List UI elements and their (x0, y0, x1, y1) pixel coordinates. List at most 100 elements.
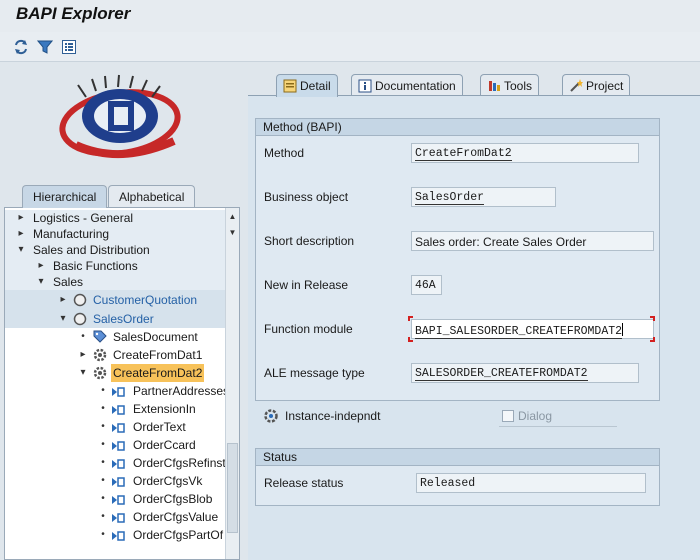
parameter-icon (111, 457, 125, 471)
method-group-title: Method (BAPI) (256, 119, 659, 136)
tree-item-label: OrderCfgsValue (133, 510, 219, 524)
refresh-icon[interactable] (12, 38, 30, 56)
ale-message-type-field[interactable]: SALESORDER_CREATEFROMDAT2 (411, 363, 639, 383)
tree-item-sales-distribution[interactable]: ▾ Sales and Distribution (5, 242, 227, 258)
dialog-checkbox[interactable] (502, 410, 514, 422)
method-group: Method (BAPI) Method CreateFromDat2 Busi… (255, 118, 660, 401)
instance-row: Instance-indepndt Dialog (263, 406, 643, 427)
new-in-release-field[interactable]: 46A (411, 275, 442, 295)
business-object-row: Business object SalesOrder (264, 187, 654, 207)
tree-item-label: Sales and Distribution (33, 243, 150, 257)
tree-item-param[interactable]: • OrderCfgsPartOf (5, 526, 227, 544)
focus-corner (650, 337, 655, 342)
tree-item-label: CreateFromDat1 (113, 348, 203, 362)
expanded-arrow-icon: ▾ (80, 367, 86, 378)
tree-item-param[interactable]: • OrderCcard (5, 436, 227, 454)
tree-item-param[interactable]: • OrderCfgsBlob (5, 490, 227, 508)
tree-item-sales[interactable]: ▾ Sales (5, 274, 227, 290)
expanded-arrow-icon: ▾ (38, 276, 44, 287)
tree-item-label: SalesDocument (113, 330, 198, 344)
scroll-up-icon[interactable]: ▲ (226, 210, 239, 224)
text-cursor (622, 323, 624, 336)
tree-item-param[interactable]: • OrderCfgsVk (5, 472, 227, 490)
business-object-field[interactable]: SalesOrder (411, 187, 556, 207)
app-title: BAPI Explorer (16, 4, 131, 23)
scroll-thumb[interactable] (227, 443, 238, 533)
method-row: Method CreateFromDat2 (264, 143, 654, 163)
short-description-field[interactable]: Sales order: Create Sales Order (411, 231, 654, 251)
filter-icon[interactable] (36, 38, 54, 56)
tab-label: Tools (504, 79, 533, 93)
tab-hierarchical[interactable]: Hierarchical (22, 185, 108, 208)
leaf-bullet-icon: • (101, 439, 105, 450)
tree-item-salesorder[interactable]: ▾ SalesOrder (5, 310, 227, 328)
tree-item-label: OrderCfgsRefinst (133, 456, 226, 470)
detail-icon (283, 79, 297, 93)
tag-icon (93, 330, 107, 344)
focus-corner (650, 316, 655, 321)
tree-item-param[interactable]: • OrderCfgsValue (5, 508, 227, 526)
tree-item-logistics-general[interactable]: ▸ Logistics - General (5, 210, 227, 226)
right-pane: Detail Documentation Tools Project Metho… (248, 63, 700, 560)
tree-item-createfromdat1[interactable]: ▸ CreateFromDat1 (5, 346, 227, 364)
business-object-icon (73, 293, 87, 307)
list-icon[interactable] (60, 38, 78, 56)
business-object-value: SalesOrder (415, 191, 485, 205)
leaf-bullet-icon: • (101, 493, 105, 504)
tree-scrollbar[interactable]: ▲ ▼ (225, 208, 239, 559)
function-module-label: Function module (264, 322, 353, 336)
ale-message-type-label: ALE message type (264, 366, 365, 380)
tree-item-createfromdat2[interactable]: ▾ CreateFromDat2 (5, 364, 227, 382)
tree-item-label: CustomerQuotation (93, 293, 198, 307)
tree-item-customerquotation[interactable]: ▸ CustomerQuotation (5, 290, 227, 310)
wand-icon (569, 79, 583, 93)
toolbar (0, 32, 700, 62)
tab-label: Project (586, 79, 624, 93)
tab-documentation[interactable]: Documentation (351, 74, 463, 96)
tree-item-label: Basic Functions (53, 259, 138, 273)
leaf-bullet-icon: • (101, 403, 105, 414)
release-row: New in Release 46A (264, 275, 654, 295)
tree-item-label: OrderCcard (133, 438, 196, 452)
tree-item-label: OrderCfgsVk (133, 474, 203, 488)
method-field[interactable]: CreateFromDat2 (411, 143, 639, 163)
tab-tools[interactable]: Tools (480, 74, 540, 96)
tree-item-basic-functions[interactable]: ▸ Basic Functions (5, 258, 227, 274)
instance-label: Instance-indepndt (285, 409, 381, 423)
tree-item-label: ExtensionIn (133, 402, 196, 416)
tree-item-manufacturing[interactable]: ▸ Manufacturing (5, 226, 227, 242)
parameter-icon (111, 475, 125, 489)
tree-item-label: Sales (53, 275, 84, 289)
tree-item-label: Manufacturing (33, 227, 110, 241)
tree-item-label: OrderCfgsBlob (133, 492, 213, 506)
collapsed-arrow-icon: ▸ (60, 294, 66, 305)
expanded-arrow-icon: ▾ (18, 244, 24, 255)
function-module-row: Function module BAPI_SALESORDER_CREATEFR… (264, 316, 656, 342)
focus-corner (408, 337, 413, 342)
tree-item-param[interactable]: • OrderText (5, 418, 227, 436)
release-status-field[interactable]: Released (416, 473, 646, 493)
parameter-icon (111, 403, 125, 417)
function-module-field[interactable]: BAPI_SALESORDER_CREATEFROMDAT2 (411, 319, 654, 339)
business-object-icon (73, 312, 87, 326)
collapsed-arrow-icon: ▸ (80, 349, 86, 360)
tab-project[interactable]: Project (562, 74, 631, 96)
parameter-icon (111, 511, 125, 525)
scroll-down-icon[interactable]: ▼ (226, 226, 239, 240)
parameter-icon (111, 493, 125, 507)
tree-item-salesdocument[interactable]: • SalesDocument (5, 328, 227, 346)
tree-item-label: SalesOrder (93, 312, 154, 326)
tab-label: Documentation (375, 79, 456, 93)
tree-item-param[interactable]: • OrderCfgsRefinst (5, 454, 227, 472)
method-gear-icon (93, 348, 107, 362)
divider (499, 426, 617, 427)
leaf-bullet-icon: • (101, 457, 105, 468)
tab-alphabetical[interactable]: Alphabetical (108, 185, 196, 207)
method-value: CreateFromDat2 (415, 147, 512, 161)
tab-detail[interactable]: Detail (276, 74, 338, 97)
tree-item-param[interactable]: • ExtensionIn (5, 400, 227, 418)
leaf-bullet-icon: • (101, 511, 105, 522)
tree-item-param[interactable]: • PartnerAddresses (5, 382, 229, 400)
tree-item-label: OrderText (133, 420, 186, 434)
release-status-label: Release status (264, 476, 344, 490)
